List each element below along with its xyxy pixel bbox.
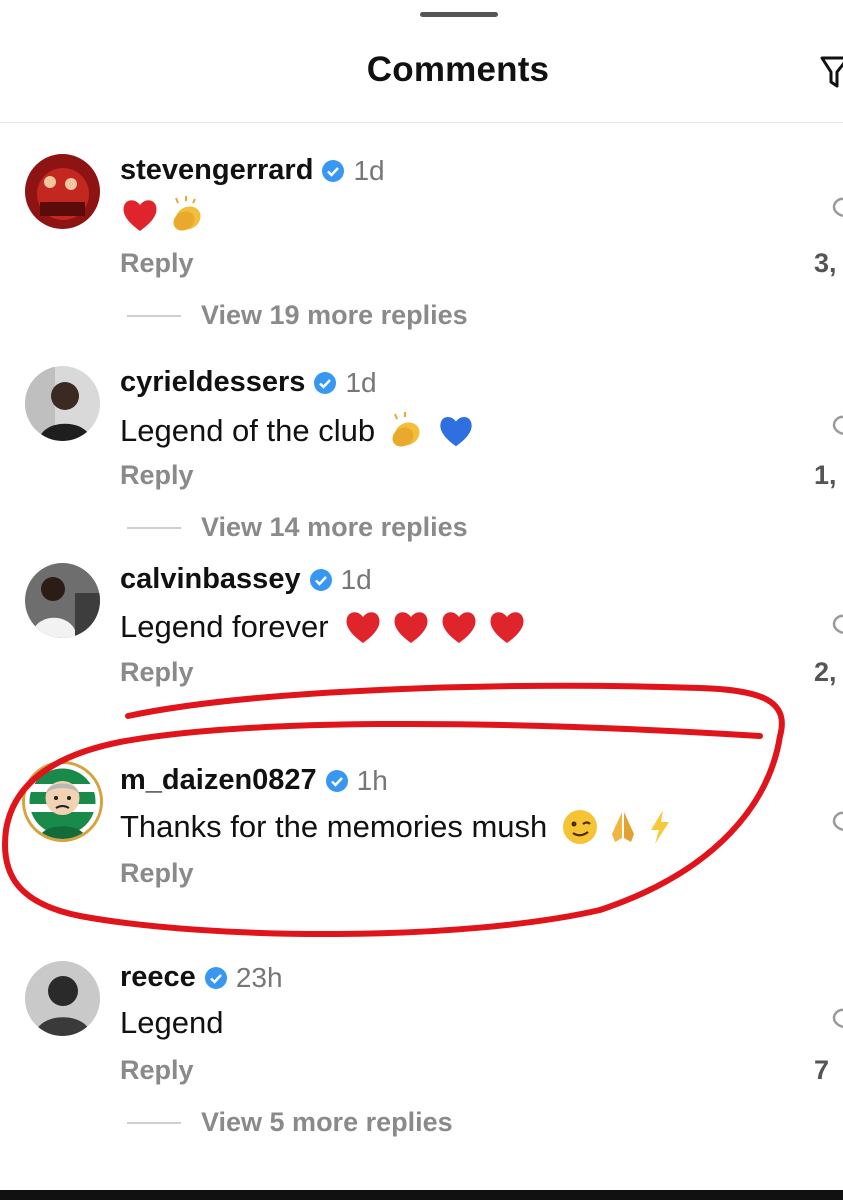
reply-button[interactable]: Reply [120,248,194,279]
filter-icon[interactable] [818,50,843,90]
view-replies-button[interactable]: View 5 more replies [127,1107,453,1138]
clapping-hands-icon [173,196,201,231]
avatar[interactable] [25,366,100,441]
winking-face-icon [563,810,598,844]
avatar[interactable] [25,961,100,1036]
like-heart-icon[interactable] [830,414,843,436]
reply-button[interactable]: Reply [120,1055,194,1086]
timestamp: 1d [340,563,372,595]
reply-button[interactable]: Reply [120,460,194,491]
avatar[interactable] [25,563,100,638]
like-count: 3, [814,248,837,278]
like-count: 2, [814,657,837,687]
comment-header: m_daizen0827 1h [120,764,388,797]
like-heart-icon[interactable] [830,196,843,218]
drag-handle[interactable] [420,12,498,17]
comment-text: Thanks for the memories mush [120,808,673,846]
like-count: 1, [814,460,837,490]
comment-header: reece 23h [120,961,283,994]
view-replies-button[interactable]: View 19 more replies [127,300,468,331]
view-replies-label: View 19 more replies [201,300,468,330]
reply-button[interactable]: Reply [120,858,194,889]
clapping-hands-icon [392,412,420,447]
comments-sheet: Comments stevengerrard 1d Reply 3, View … [0,0,843,1200]
comment-body: Thanks for the memories mush [120,809,548,844]
lightning-icon [651,810,670,844]
reply-button[interactable]: Reply [120,657,194,688]
blue-heart-icon [440,416,472,447]
page-title: Comments [366,50,550,89]
username[interactable]: cyrieldessers [120,366,305,399]
red-heart-icon [442,612,476,643]
username[interactable]: stevengerrard [120,154,313,187]
comment-header: cyrieldessers 1d [120,366,377,399]
red-heart-icon [490,612,524,643]
comment-header: stevengerrard 1d [120,154,385,187]
avatar[interactable] [25,154,100,229]
username[interactable]: reece [120,961,196,994]
comment-text: Legend of the club [120,410,475,452]
username[interactable]: m_daizen0827 [120,764,317,797]
comment-text: Legend forever [120,607,527,647]
comment-body: Legend forever [120,609,329,644]
like-heart-icon[interactable] [830,613,843,635]
verified-badge-icon [314,371,337,394]
next-comment-edge [0,1190,843,1200]
folded-hands-icon [612,812,635,842]
timestamp: 1d [353,154,385,186]
verified-badge-icon [325,769,348,792]
comment-body: Legend [120,1005,224,1040]
timestamp: 1d [345,366,377,398]
red-heart-icon [123,200,157,231]
verified-badge-icon [204,966,227,989]
like-heart-icon[interactable] [830,1007,843,1029]
red-heart-icon [346,612,380,643]
replies-divider [127,1121,181,1124]
timestamp: 1h [356,764,388,796]
timestamp: 23h [235,961,283,993]
view-replies-label: View 5 more replies [201,1107,453,1137]
comment-body: Legend of the club [120,413,376,448]
replies-divider [127,526,181,529]
like-heart-icon[interactable] [830,810,843,832]
verified-badge-icon [322,159,345,182]
username[interactable]: calvinbassey [120,563,301,596]
like-count: 7 [814,1055,830,1085]
comment-header: calvinbassey 1d [120,563,372,596]
replies-divider [127,314,181,317]
header-divider [0,122,843,123]
avatar[interactable] [25,764,100,839]
view-replies-label: View 14 more replies [201,512,468,542]
red-heart-icon [394,612,428,643]
view-replies-button[interactable]: View 14 more replies [127,512,468,543]
verified-badge-icon [309,568,332,591]
comment-emojis [120,194,208,236]
